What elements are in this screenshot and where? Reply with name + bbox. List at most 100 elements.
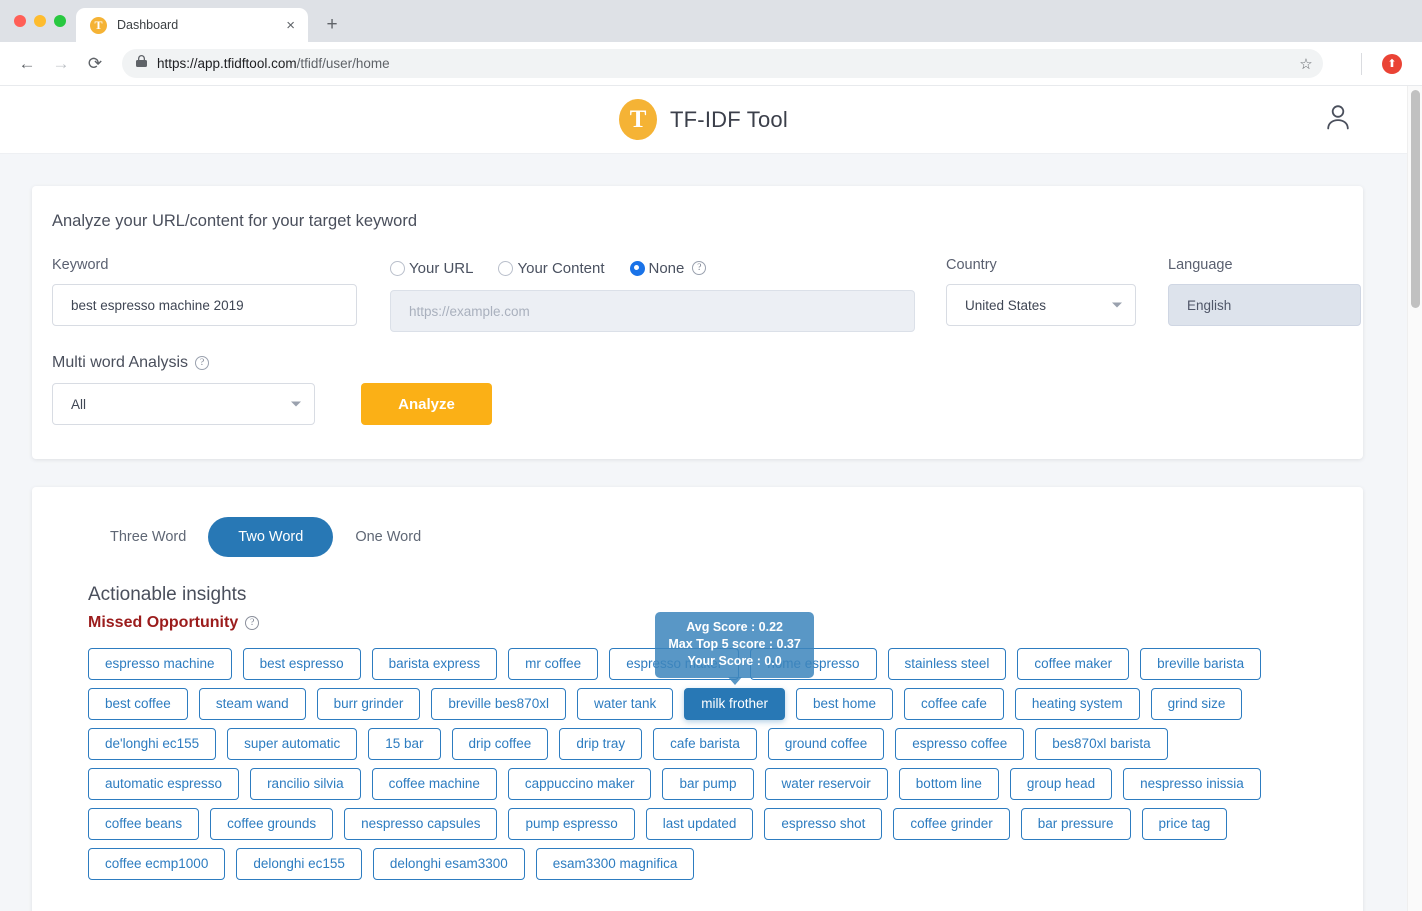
score-tooltip: Avg Score : 0.22 Max Top 5 score : 0.37 Yo… (655, 612, 814, 678)
keyword-tag[interactable]: de'longhi ec155 (88, 728, 217, 760)
language-select: English (1168, 284, 1361, 326)
keyword-tag[interactable]: automatic espresso (88, 768, 240, 800)
radio-none[interactable]: None (629, 260, 684, 277)
keyword-tag[interactable]: espresso machine (88, 648, 232, 680)
keyword-tag[interactable]: delonghi esam3300 (372, 848, 525, 880)
tag-row: coffee beans coffee grounds nespresso caps… (88, 808, 1333, 840)
back-button[interactable]: ← (12, 49, 42, 79)
keyword-tag[interactable]: bar pressure (1020, 808, 1131, 840)
multi-word-help-icon[interactable]: ? (195, 356, 210, 370)
tab-title: Dashboard (117, 18, 179, 32)
keyword-tag[interactable]: price tag (1141, 808, 1228, 840)
maximize-window-button[interactable] (54, 15, 66, 27)
bookmark-star-icon[interactable]: ☆ (1291, 49, 1321, 79)
radio-your-url-label: Your URL (409, 259, 474, 277)
keyword-tag[interactable]: drip tray (559, 728, 643, 760)
multi-word-label-row: Multi word Analysis ? (52, 354, 1333, 372)
keyword-tag[interactable]: coffee machine (371, 768, 497, 800)
new-tab-button[interactable]: + (318, 11, 346, 39)
minimize-window-button[interactable] (34, 15, 46, 27)
keyword-tag[interactable]: ground coffee (767, 728, 885, 760)
keyword-tag-selected[interactable]: milk frother (684, 688, 785, 720)
page-scrollbar[interactable] (1407, 86, 1422, 911)
keyword-tag[interactable]: group head (1009, 768, 1113, 800)
country-select[interactable]: United States (946, 284, 1136, 326)
radio-your-content-indicator[interactable] (498, 260, 514, 276)
user-account-icon[interactable] (1325, 103, 1351, 136)
keyword-tag[interactable]: breville barista (1140, 648, 1262, 680)
keyword-tag[interactable]: nespresso inissia (1123, 768, 1261, 800)
reload-button[interactable]: ⟳ (80, 49, 110, 79)
keyword-tag[interactable]: bes870xl barista (1035, 728, 1168, 760)
keyword-tag[interactable]: espresso shot (764, 808, 883, 840)
analyze-button[interactable]: Analyze (361, 383, 492, 425)
source-help-icon[interactable]: ? (692, 261, 707, 275)
keyword-tag[interactable]: heating system (1014, 688, 1140, 720)
browser-toolbar: ← → ⟳ https://app.tfidftool.com/tfidf/us… (0, 42, 1422, 86)
keyword-input[interactable] (52, 284, 357, 326)
keyword-tag[interactable]: coffee maker (1017, 648, 1130, 680)
keyword-tag[interactable]: 15 bar (368, 728, 441, 760)
keyword-tag[interactable]: coffee cafe (904, 688, 1004, 720)
keyword-tag[interactable]: pump espresso (508, 808, 635, 840)
url-input[interactable] (390, 290, 915, 332)
keyword-tag[interactable]: rancilio silvia (250, 768, 361, 800)
keyword-tag[interactable]: coffee grinder (893, 808, 1010, 840)
missed-opportunity-help-icon[interactable]: ? (245, 616, 260, 630)
keyword-tag[interactable]: best home (796, 688, 894, 720)
address-bar[interactable]: https://app.tfidftool.com/tfidf/user/hom… (122, 49, 1323, 78)
keyword-tag[interactable]: coffee grounds (210, 808, 334, 840)
multi-word-controls: All Analyze (52, 383, 1333, 425)
keyword-tag[interactable]: coffee beans (88, 808, 200, 840)
keyword-tag[interactable]: coffee ecmp1000 (88, 848, 226, 880)
keyword-tag[interactable]: super automatic (227, 728, 358, 760)
window-traffic-lights (12, 0, 76, 42)
radio-none-indicator[interactable] (629, 260, 645, 276)
keyword-tag[interactable]: bottom line (898, 768, 999, 800)
close-window-button[interactable] (14, 15, 26, 27)
tag-row: de'longhi ec155 super automatic 15 bar drip… (88, 728, 1333, 760)
keyword-tag[interactable]: espresso coffee (895, 728, 1025, 760)
keyword-tag-cloud: espresso machine best espresso barista exp… (88, 612, 1333, 880)
tab-three-word[interactable]: Three Word (88, 517, 208, 557)
keyword-tag[interactable]: nespresso capsules (344, 808, 498, 840)
radio-your-url[interactable]: Your URL (390, 260, 473, 277)
language-label: Language (1168, 257, 1233, 273)
profile-update-icon[interactable]: ⬆ (1382, 53, 1402, 74)
keyword-tag[interactable]: esam3300 magnifica (535, 848, 695, 880)
browser-tab-dashboard[interactable]: T Dashboard × (76, 8, 308, 42)
keyword-tag[interactable]: mr coffee (508, 648, 599, 680)
page-scrollbar-thumb[interactable] (1411, 90, 1420, 308)
brand[interactable]: T TF-IDF Tool (619, 99, 788, 140)
keyword-tag[interactable]: bar pump (662, 768, 754, 800)
tooltip-avg-score: Avg Score : 0.22 (686, 620, 784, 634)
keyword-tag[interactable]: stainless steel (887, 648, 1007, 680)
keyword-tag[interactable]: water reservoir (764, 768, 888, 800)
radio-your-url-indicator[interactable] (390, 260, 405, 276)
tab-one-word[interactable]: One Word (333, 517, 443, 557)
keyword-tag[interactable]: barista express (371, 648, 498, 680)
keyword-tag[interactable]: best espresso (242, 648, 361, 680)
tab-favicon-icon: T (90, 16, 107, 34)
tab-two-word[interactable]: Two Word (208, 517, 334, 557)
keyword-tag[interactable]: burr grinder (316, 688, 421, 720)
keyword-field-group: Keyword (52, 257, 357, 326)
multi-word-select[interactable]: All (52, 383, 315, 425)
multi-word-label: Multi word Analysis (52, 354, 189, 371)
radio-your-content[interactable]: Your Content (498, 260, 605, 277)
address-bar-url: https://app.tfidftool.com/tfidf/user/hom… (157, 56, 390, 71)
keyword-tag[interactable]: cafe barista (653, 728, 757, 760)
keyword-tag[interactable]: last updated (645, 808, 754, 840)
forward-button[interactable]: → (46, 49, 76, 79)
keyword-tag[interactable]: drip coffee (451, 728, 549, 760)
tab-close-icon[interactable]: × (283, 18, 298, 33)
keyword-tag[interactable]: water tank (576, 688, 674, 720)
keyword-tag[interactable]: delonghi ec155 (236, 848, 362, 880)
keyword-tag[interactable]: steam wand (198, 688, 306, 720)
brand-logo-icon: T (619, 99, 658, 140)
keyword-tag[interactable]: grind size (1150, 688, 1243, 720)
multi-word-select-wrap: All (52, 383, 315, 425)
keyword-tag[interactable]: cappuccino maker (507, 768, 652, 800)
keyword-tag[interactable]: best coffee (88, 688, 188, 720)
keyword-tag[interactable]: breville bes870xl (431, 688, 566, 720)
